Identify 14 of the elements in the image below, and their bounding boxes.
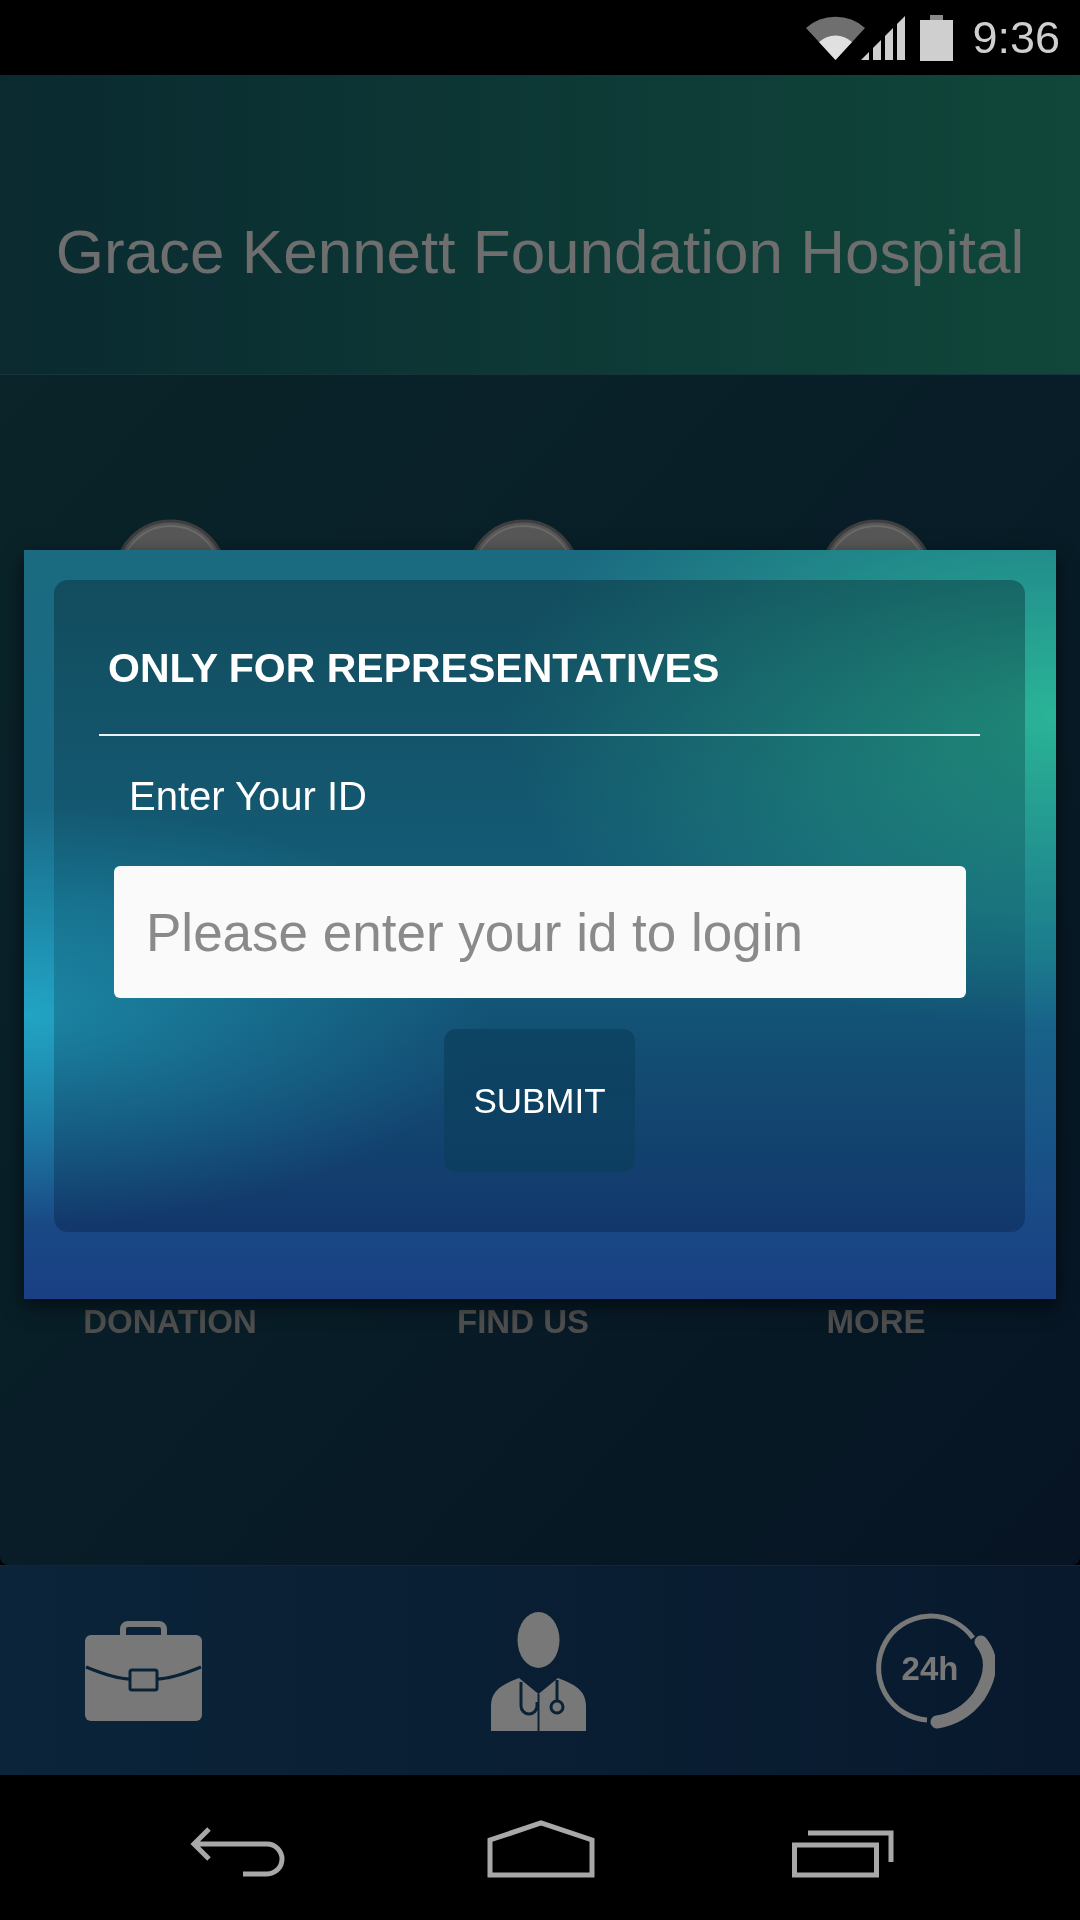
id-input-field[interactable]: Please enter your id to login [114, 866, 966, 998]
status-time: 9:36 [972, 15, 1060, 60]
briefcase-icon[interactable] [85, 1620, 202, 1721]
wifi-icon [806, 15, 866, 60]
signal-icon [861, 15, 906, 60]
field-label: Enter Your ID [129, 776, 367, 816]
menu-label: MORE [826, 1305, 926, 1338]
menu-label: DONATION [83, 1305, 257, 1338]
home-icon[interactable] [486, 1820, 595, 1878]
submit-button[interactable]: SUBMIT [444, 1029, 635, 1172]
battery-icon [920, 14, 954, 61]
doctor-icon[interactable] [491, 1610, 586, 1731]
menu-label: FIND US [457, 1305, 589, 1338]
dialog-title: ONLY FOR REPRESENTATIVES [108, 648, 720, 689]
